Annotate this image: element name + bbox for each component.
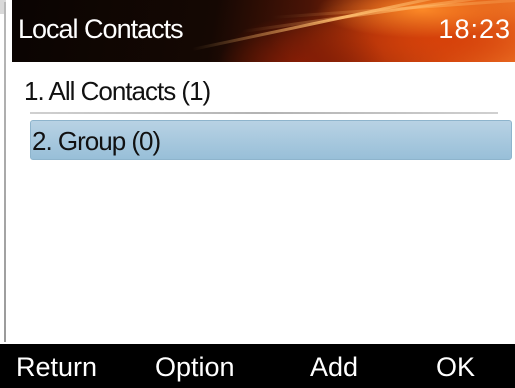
page-title: Local Contacts xyxy=(18,14,184,44)
title-bar: Local Contacts 18:23 xyxy=(12,0,515,62)
clock: 18:23 xyxy=(438,14,511,44)
option-softkey[interactable]: Option xyxy=(155,352,235,383)
return-softkey[interactable]: Return xyxy=(16,352,97,383)
bezel-edge-line xyxy=(4,2,6,342)
phone-screen: Local Contacts 18:23 1. All Contacts (1)… xyxy=(0,0,515,388)
screen-left-bezel xyxy=(0,0,12,388)
ok-softkey[interactable]: OK xyxy=(436,352,475,383)
softkey-bar: Return Option Add OK xyxy=(0,344,515,388)
menu-item-all-contacts[interactable]: 1. All Contacts (1) xyxy=(24,76,211,107)
add-softkey[interactable]: Add xyxy=(310,352,358,383)
menu-list: 1. All Contacts (1) 2. Group (0) xyxy=(12,62,515,344)
menu-divider xyxy=(30,112,498,114)
menu-item-group[interactable]: 2. Group (0) xyxy=(32,126,161,157)
